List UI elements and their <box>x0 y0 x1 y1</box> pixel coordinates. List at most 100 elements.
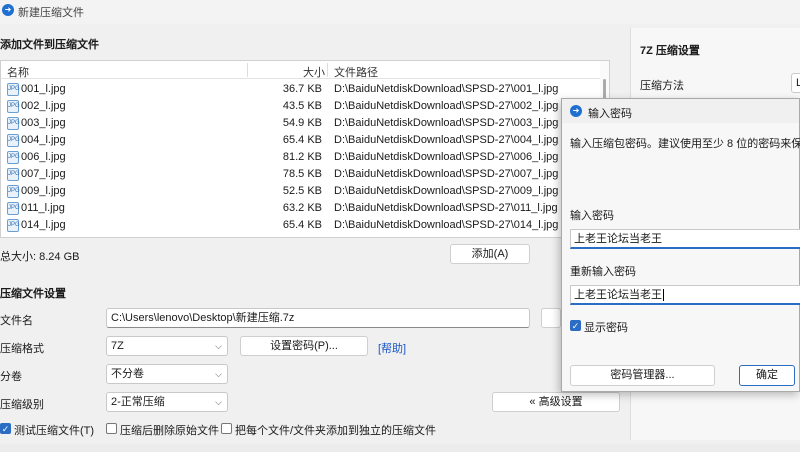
advanced-settings-button[interactable]: « 高级设置 <box>492 392 620 412</box>
file-size: 36.7 KB <box>282 83 322 95</box>
image-file-icon: JPG <box>7 168 20 181</box>
dialog-title-bar: ➜ 输入密码 <box>562 99 799 123</box>
text-caret <box>663 289 664 302</box>
window-title: 新建压缩文件 <box>18 7 84 19</box>
level-select[interactable]: 2-正常压缩 ⌵ <box>106 392 228 412</box>
app-icon: ➜ <box>570 105 582 117</box>
reenter-password-label: 重新输入密码 <box>570 266 636 278</box>
chevron-down-icon: ⌵ <box>215 397 222 407</box>
image-file-icon: JPG <box>7 219 20 232</box>
table-row[interactable]: JPG 011_l.jpg 63.2 KB D:\BaiduNetdiskDow… <box>1 200 609 217</box>
list-header: 名称 大小 文件路径 <box>1 61 609 79</box>
compression-method-select[interactable]: L <box>791 73 800 93</box>
file-name: 009_l.jpg <box>21 185 66 197</box>
file-name: 006_l.jpg <box>21 151 66 163</box>
file-name: 004_l.jpg <box>21 134 66 146</box>
file-name: 007_l.jpg <box>21 168 66 180</box>
enter-password-label: 输入密码 <box>570 210 614 222</box>
test-archive-label: 测试压缩文件(T) <box>14 425 95 437</box>
file-size: 43.5 KB <box>282 100 322 112</box>
delete-after-label: 压缩后删除原始文件 <box>120 425 219 437</box>
add-files-heading: 添加文件到压缩文件 <box>0 39 99 51</box>
file-name: 003_l.jpg <box>21 117 66 129</box>
reenter-password-input[interactable]: 上老王论坛当老王 <box>570 285 800 305</box>
filename-label: 文件名 <box>0 315 33 327</box>
table-row[interactable]: JPG 001_l.jpg 36.7 KB D:\BaiduNetdiskDow… <box>1 81 609 98</box>
column-size-header[interactable]: 大小 <box>303 64 325 80</box>
column-name-header[interactable]: 名称 <box>7 64 29 80</box>
file-size: 52.5 KB <box>282 185 322 197</box>
password-dialog: ➜ 输入密码 输入压缩包密码。建议使用至少 8 位的密码来保证安全 输入密码 上… <box>561 98 800 392</box>
password-value: 上老王论坛当老王 <box>574 233 662 245</box>
table-row[interactable]: JPG 007_l.jpg 78.5 KB D:\BaiduNetdiskDow… <box>1 166 609 183</box>
format-select[interactable]: 7Z ⌵ <box>106 336 228 356</box>
file-path: D:\BaiduNetdiskDownload\SPSD-27\006_l.jp… <box>334 151 559 163</box>
dialog-title: 输入密码 <box>588 108 632 120</box>
file-path: D:\BaiduNetdiskDownload\SPSD-27\002_l.jp… <box>334 100 559 112</box>
dialog-description: 输入压缩包密码。建议使用至少 8 位的密码来保证安全 <box>570 138 800 150</box>
split-label: 分卷 <box>0 371 22 383</box>
test-archive-checkbox[interactable]: ✓ <box>0 423 11 434</box>
7z-settings-heading: 7Z 压缩设置 <box>640 45 700 57</box>
file-name: 011_l.jpg <box>21 202 65 214</box>
image-file-icon: JPG <box>7 83 20 96</box>
help-link[interactable]: [帮助] <box>378 340 406 356</box>
title-bar: ➜ 新建压缩文件 <box>0 0 800 24</box>
app-icon: ➜ <box>2 4 14 16</box>
split-value: 不分卷 <box>111 368 144 380</box>
table-row[interactable]: JPG 003_l.jpg 54.9 KB D:\BaiduNetdiskDow… <box>1 115 609 132</box>
format-value: 7Z <box>111 340 124 352</box>
table-row[interactable]: JPG 006_l.jpg 81.2 KB D:\BaiduNetdiskDow… <box>1 149 609 166</box>
format-label: 压缩格式 <box>0 343 44 355</box>
split-select[interactable]: 不分卷 ⌵ <box>106 364 228 384</box>
password-input[interactable]: 上老王论坛当老王 <box>570 229 800 249</box>
file-size: 54.9 KB <box>282 117 322 129</box>
file-size: 81.2 KB <box>282 151 322 163</box>
image-file-icon: JPG <box>7 151 20 164</box>
filename-input[interactable]: C:\Users\lenovo\Desktop\新建压缩.7z <box>106 308 530 328</box>
file-path: D:\BaiduNetdiskDownload\SPSD-27\004_l.jp… <box>334 134 559 146</box>
file-list[interactable]: 名称 大小 文件路径 JPG 001_l.jpg 36.7 KB D:\Baid… <box>0 60 610 238</box>
image-file-icon: JPG <box>7 117 20 130</box>
total-size: 总大小: 8.24 GB <box>0 251 80 263</box>
image-file-icon: JPG <box>7 134 20 147</box>
settings-heading: 压缩文件设置 <box>0 288 66 300</box>
separate-archives-checkbox[interactable] <box>221 423 232 434</box>
chevron-down-icon: ⌵ <box>215 341 222 351</box>
table-row[interactable]: JPG 009_l.jpg 52.5 KB D:\BaiduNetdiskDow… <box>1 183 609 200</box>
reenter-password-value: 上老王论坛当老王 <box>574 289 662 301</box>
file-path: D:\BaiduNetdiskDownload\SPSD-27\003_l.jp… <box>334 117 559 129</box>
show-password-checkbox[interactable]: ✓ <box>570 320 581 331</box>
browse-button[interactable] <box>541 308 561 328</box>
level-value: 2-正常压缩 <box>111 396 165 408</box>
separate-archives-label: 把每个文件/文件夹添加到独立的压缩文件 <box>235 425 437 437</box>
bottom-bar <box>0 444 800 452</box>
image-file-icon: JPG <box>7 185 20 198</box>
column-path-header[interactable]: 文件路径 <box>334 64 378 80</box>
file-size: 78.5 KB <box>282 168 322 180</box>
add-button[interactable]: 添加(A) <box>450 244 530 264</box>
chevron-down-icon: ⌵ <box>215 369 222 379</box>
level-label: 压缩级别 <box>0 399 44 411</box>
file-name: 001_l.jpg <box>21 83 66 95</box>
set-password-button[interactable]: 设置密码(P)... <box>240 336 368 356</box>
file-path: D:\BaiduNetdiskDownload\SPSD-27\001_l.jp… <box>334 83 559 95</box>
file-path: D:\BaiduNetdiskDownload\SPSD-27\014_l.jp… <box>334 219 559 231</box>
table-row[interactable]: JPG 002_l.jpg 43.5 KB D:\BaiduNetdiskDow… <box>1 98 609 115</box>
ok-button[interactable]: 确定 <box>739 365 795 386</box>
password-manager-button[interactable]: 密码管理器... <box>570 365 715 386</box>
image-file-icon: JPG <box>7 100 20 113</box>
file-size: 65.4 KB <box>282 134 322 146</box>
file-name: 014_l.jpg <box>21 219 66 231</box>
compression-method-label: 压缩方法 <box>640 80 684 92</box>
file-size: 63.2 KB <box>282 202 322 214</box>
table-row[interactable]: JPG 014_l.jpg 65.4 KB D:\BaiduNetdiskDow… <box>1 217 609 234</box>
file-path: D:\BaiduNetdiskDownload\SPSD-27\007_l.jp… <box>334 168 559 180</box>
show-password-label: 显示密码 <box>584 322 628 334</box>
file-path: D:\BaiduNetdiskDownload\SPSD-27\009_l.jp… <box>334 185 559 197</box>
delete-after-checkbox[interactable] <box>106 423 117 434</box>
image-file-icon: JPG <box>7 202 20 215</box>
file-name: 002_l.jpg <box>21 100 66 112</box>
file-size: 65.4 KB <box>282 219 322 231</box>
table-row[interactable]: JPG 004_l.jpg 65.4 KB D:\BaiduNetdiskDow… <box>1 132 609 149</box>
